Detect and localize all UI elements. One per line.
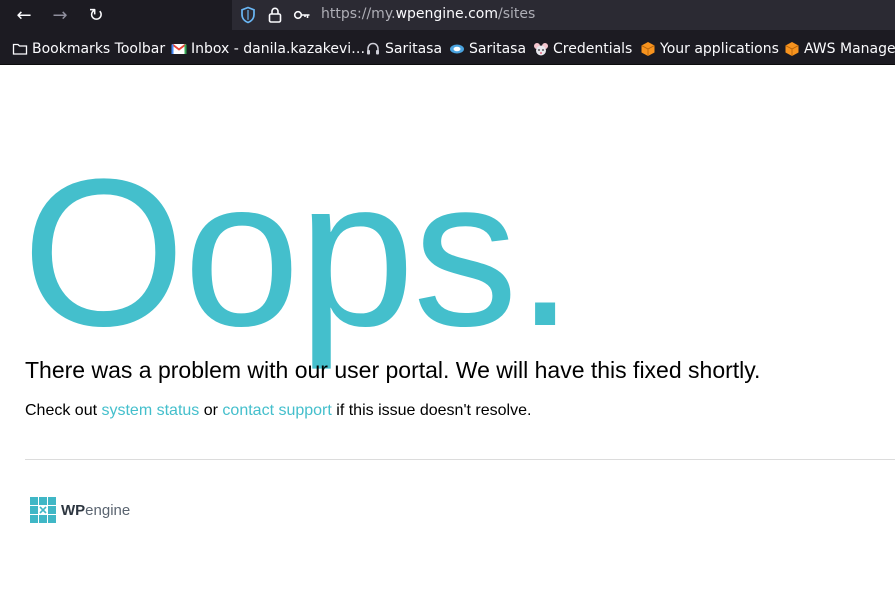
contact-support-link[interactable]: contact support xyxy=(222,402,331,419)
wpengine-logo[interactable]: WPengine xyxy=(30,497,130,523)
error-subline: Check out system status or contact suppo… xyxy=(25,401,531,421)
bookmark-credentials[interactable]: Credentials xyxy=(533,40,632,58)
saritasa-logo-icon xyxy=(450,44,464,54)
url-prefix: https://my. xyxy=(321,6,396,22)
divider xyxy=(25,459,895,460)
bookmark-saritasa-2[interactable]: Saritasa xyxy=(449,40,526,58)
url-text[interactable]: https://my.wpengine.com/sites xyxy=(321,6,535,22)
forward-arrow-icon[interactable]: → xyxy=(48,4,72,28)
bookmark-label: Inbox - danila.kazakevi… xyxy=(191,41,366,57)
bookmark-label: AWS Manager xyxy=(804,41,895,57)
page-title: Oops. xyxy=(22,135,574,370)
logo-engine: engine xyxy=(85,501,131,519)
bookmark-inbox[interactable]: Inbox - danila.kazakevi… xyxy=(171,40,365,58)
bookmark-label: Your applications xyxy=(660,41,779,57)
bookmark-aws-manager[interactable]: AWS Manager xyxy=(784,40,895,58)
shield-icon[interactable] xyxy=(239,6,257,24)
url-path: /sites xyxy=(498,6,536,22)
wpengine-grid-icon xyxy=(30,497,56,523)
reload-icon[interactable]: ↻ xyxy=(84,4,108,28)
aws-cube-icon xyxy=(785,42,799,56)
subline-middle: or xyxy=(199,402,223,419)
bookmark-your-applications[interactable]: Your applications xyxy=(640,40,779,58)
bookmark-label: Saritasa xyxy=(469,41,527,57)
gmail-icon xyxy=(171,43,187,54)
error-headline: There was a problem with our user portal… xyxy=(25,357,761,383)
logo-wp: WP xyxy=(61,501,86,519)
bookmark-label: Bookmarks Toolbar xyxy=(32,41,166,57)
key-icon[interactable] xyxy=(293,6,311,24)
mouse-icon xyxy=(534,43,548,56)
bookmark-saritasa-1[interactable]: Saritasa xyxy=(365,40,442,58)
subline-prefix: Check out xyxy=(25,402,102,419)
back-arrow-icon[interactable]: ← xyxy=(12,4,36,28)
bookmark-label: Saritasa xyxy=(385,41,443,57)
url-domain: wpengine.com xyxy=(395,6,498,22)
wpengine-wordmark: WPengine xyxy=(61,502,130,519)
url-bar[interactable]: https://my.wpengine.com/sites xyxy=(232,0,895,30)
lock-icon[interactable] xyxy=(266,6,284,24)
headset-icon xyxy=(367,42,379,55)
subline-suffix: if this issue doesn't resolve. xyxy=(331,402,532,419)
browser-toolbar: ← → ↻ https://my.wpengine.com/sites xyxy=(0,0,895,32)
bookmarks-toolbar: Bookmarks Toolbar Inbox - danila.kazakev… xyxy=(0,32,895,65)
bookmark-bookmarks-toolbar[interactable]: Bookmarks Toolbar xyxy=(12,40,165,58)
folder-icon xyxy=(12,43,28,55)
bookmark-label: Credentials xyxy=(553,41,633,57)
aws-cube-icon xyxy=(641,42,655,56)
system-status-link[interactable]: system status xyxy=(101,402,199,419)
